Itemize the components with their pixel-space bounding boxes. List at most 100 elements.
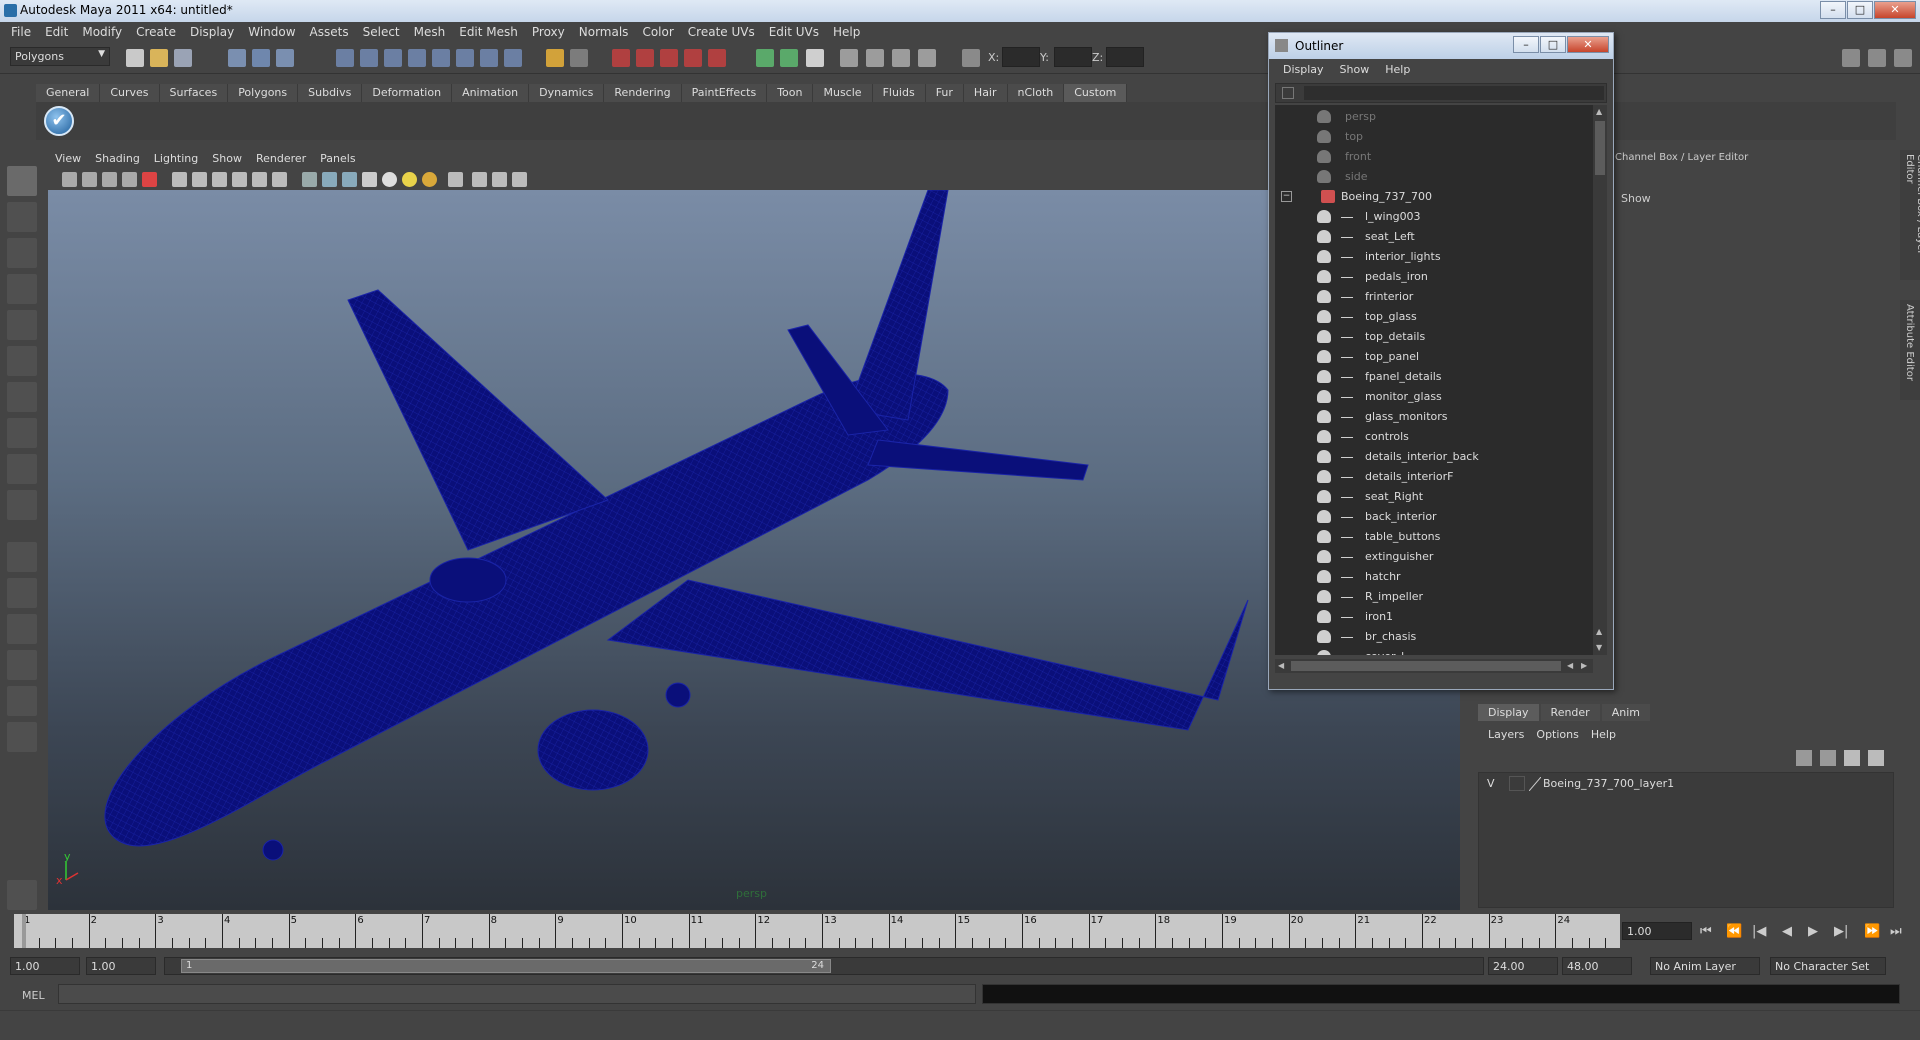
tab-surfaces[interactable]: Surfaces bbox=[159, 84, 229, 102]
viewport-canvas[interactable]: x y persp bbox=[48, 190, 1460, 910]
mudbox-icon[interactable] bbox=[7, 880, 37, 910]
gate-mask-icon[interactable] bbox=[232, 172, 247, 187]
default-light-icon[interactable] bbox=[382, 172, 397, 187]
render-settings-icon[interactable] bbox=[660, 49, 678, 67]
outliner-item-mesh[interactable]: monitor_glass bbox=[1275, 387, 1593, 407]
magnet-icon[interactable] bbox=[546, 49, 564, 67]
z-input[interactable] bbox=[1106, 47, 1144, 67]
menu-color[interactable]: Color bbox=[635, 25, 680, 39]
tab-deformation[interactable]: Deformation bbox=[362, 84, 453, 102]
outliner-horizontal-scrollbar[interactable]: ◀ ◀ ▶ bbox=[1275, 659, 1593, 673]
menu-window[interactable]: Window bbox=[241, 25, 302, 39]
outliner-item-camera[interactable]: persp bbox=[1275, 107, 1593, 127]
tab-hair[interactable]: Hair bbox=[963, 84, 1008, 102]
channel-box-show-menu[interactable]: Show bbox=[1621, 192, 1651, 205]
field-chart-icon[interactable] bbox=[252, 172, 267, 187]
render-view-icon[interactable] bbox=[708, 49, 726, 67]
menu-proxy[interactable]: Proxy bbox=[525, 25, 572, 39]
tab-fur[interactable]: Fur bbox=[925, 84, 964, 102]
outliner-item-mesh[interactable]: table_buttons bbox=[1275, 527, 1593, 547]
menu-edit-uvs[interactable]: Edit UVs bbox=[762, 25, 826, 39]
safe-action-icon[interactable] bbox=[272, 172, 287, 187]
step-back-frame-icon[interactable]: |◀ bbox=[1752, 924, 1766, 939]
filter-icon[interactable] bbox=[1282, 87, 1294, 99]
xray-icon[interactable] bbox=[472, 172, 487, 187]
outliner-title-bar[interactable]: Outliner – □ ✕ bbox=[1269, 33, 1613, 59]
outliner-maximize-button[interactable]: □ bbox=[1540, 36, 1566, 53]
play-forwards-icon[interactable]: ▶ bbox=[1808, 924, 1818, 939]
persp-graph-layout-icon[interactable] bbox=[7, 650, 37, 680]
menu-assets[interactable]: Assets bbox=[303, 25, 356, 39]
outliner-item-mesh[interactable]: top_details bbox=[1275, 327, 1593, 347]
menu-mesh[interactable]: Mesh bbox=[407, 25, 453, 39]
wireframe-icon[interactable] bbox=[302, 172, 317, 187]
all-lights-icon[interactable] bbox=[402, 172, 417, 187]
outliner-item-mesh[interactable]: top_glass bbox=[1275, 307, 1593, 327]
show-attribute-editor-icon[interactable] bbox=[1842, 49, 1860, 67]
universal-manipulator-icon[interactable] bbox=[7, 382, 37, 412]
menu-set-dropdown[interactable]: Polygons ▼ bbox=[10, 47, 110, 66]
tab-curves[interactable]: Curves bbox=[100, 84, 160, 102]
range-slider-handle[interactable]: 1 24 bbox=[181, 959, 831, 973]
smooth-shade-icon[interactable] bbox=[322, 172, 337, 187]
step-forward-key-icon[interactable]: ⏩ bbox=[1864, 924, 1880, 939]
help-question-icon[interactable] bbox=[504, 49, 522, 67]
animation-end-field[interactable]: 48.00 bbox=[1562, 957, 1632, 975]
graph-layout-icon[interactable] bbox=[7, 722, 37, 752]
select-object-icon[interactable] bbox=[252, 49, 270, 67]
maximize-button[interactable]: □ bbox=[1847, 1, 1873, 19]
attribute-editor-side-tab[interactable]: Attribute Editor bbox=[1900, 300, 1920, 400]
outliner-item-camera[interactable]: front bbox=[1275, 147, 1593, 167]
hypershade-icon[interactable] bbox=[684, 49, 702, 67]
playback-start-field[interactable]: 1.00 bbox=[86, 957, 156, 975]
outliner-item-root[interactable]: − Boeing_737_700 bbox=[1275, 187, 1593, 207]
resolution-gate-icon[interactable] bbox=[212, 172, 227, 187]
layer-menu-options[interactable]: Options bbox=[1530, 728, 1584, 741]
show-channel-box-icon[interactable] bbox=[1894, 49, 1912, 67]
last-tool-icon[interactable] bbox=[7, 490, 37, 520]
layer-color-swatch-icon[interactable] bbox=[1529, 777, 1541, 791]
outliner-menu-help[interactable]: Help bbox=[1377, 63, 1418, 76]
outliner-item-mesh[interactable]: interior_lights bbox=[1275, 247, 1593, 267]
tab-ncloth[interactable]: nCloth bbox=[1007, 84, 1065, 102]
outliner-item-mesh[interactable]: l_wing003 bbox=[1275, 207, 1593, 227]
layer-visibility-toggle[interactable]: V bbox=[1487, 777, 1495, 790]
camera-icon[interactable] bbox=[840, 49, 858, 67]
share-icon[interactable] bbox=[512, 172, 527, 187]
layer-type-toggle[interactable] bbox=[1509, 776, 1525, 791]
play-backwards-icon[interactable]: ◀ bbox=[1782, 924, 1792, 939]
outliner-item-mesh[interactable]: glass_monitors bbox=[1275, 407, 1593, 427]
range-slider[interactable]: 1 24 bbox=[164, 957, 1484, 975]
tab-toon[interactable]: Toon bbox=[767, 84, 814, 102]
film-gate-icon[interactable] bbox=[192, 172, 207, 187]
select-camera-icon[interactable] bbox=[62, 172, 77, 187]
anim-layer-dropdown[interactable]: No Anim Layer bbox=[1650, 957, 1760, 975]
menu-select[interactable]: Select bbox=[356, 25, 407, 39]
vp-menu-lighting[interactable]: Lighting bbox=[147, 152, 205, 170]
outliner-vertical-scrollbar[interactable]: ▲ ▲ ▼ bbox=[1593, 105, 1607, 655]
layer-row[interactable]: V Boeing_737_700_layer1 bbox=[1481, 775, 1891, 793]
tab-dynamics[interactable]: Dynamics bbox=[529, 84, 605, 102]
outliner-item-mesh[interactable]: seat_Left bbox=[1275, 227, 1593, 247]
snap-curve-icon[interactable] bbox=[360, 49, 378, 67]
shadows-icon[interactable] bbox=[422, 172, 437, 187]
image-plane-icon[interactable] bbox=[122, 172, 137, 187]
hypershade-layout-icon[interactable] bbox=[7, 686, 37, 716]
x-input[interactable] bbox=[1002, 47, 1040, 67]
tab-general[interactable]: General bbox=[36, 84, 101, 102]
outliner-item-mesh[interactable]: seat_Right bbox=[1275, 487, 1593, 507]
history-icon[interactable] bbox=[480, 49, 498, 67]
tab-custom[interactable]: Custom bbox=[1064, 84, 1128, 102]
go-to-start-icon[interactable]: ⏮ bbox=[1700, 924, 1712, 939]
select-hierarchy-icon[interactable] bbox=[228, 49, 246, 67]
go-to-end-icon[interactable]: ⏭ bbox=[1890, 924, 1902, 939]
airplane-model[interactable] bbox=[104, 190, 1249, 861]
create-empty-layer-icon[interactable] bbox=[1844, 750, 1860, 766]
new-scene-icon[interactable] bbox=[126, 49, 144, 67]
layer-menu-layers[interactable]: Layers bbox=[1482, 728, 1530, 741]
snap-plane-icon[interactable] bbox=[408, 49, 426, 67]
outliner-item-camera[interactable]: side bbox=[1275, 167, 1593, 187]
step-back-key-icon[interactable]: ⏪ bbox=[1726, 924, 1742, 939]
outliner-item-mesh[interactable]: pedals_iron bbox=[1275, 267, 1593, 287]
snap-live-icon[interactable] bbox=[456, 49, 474, 67]
